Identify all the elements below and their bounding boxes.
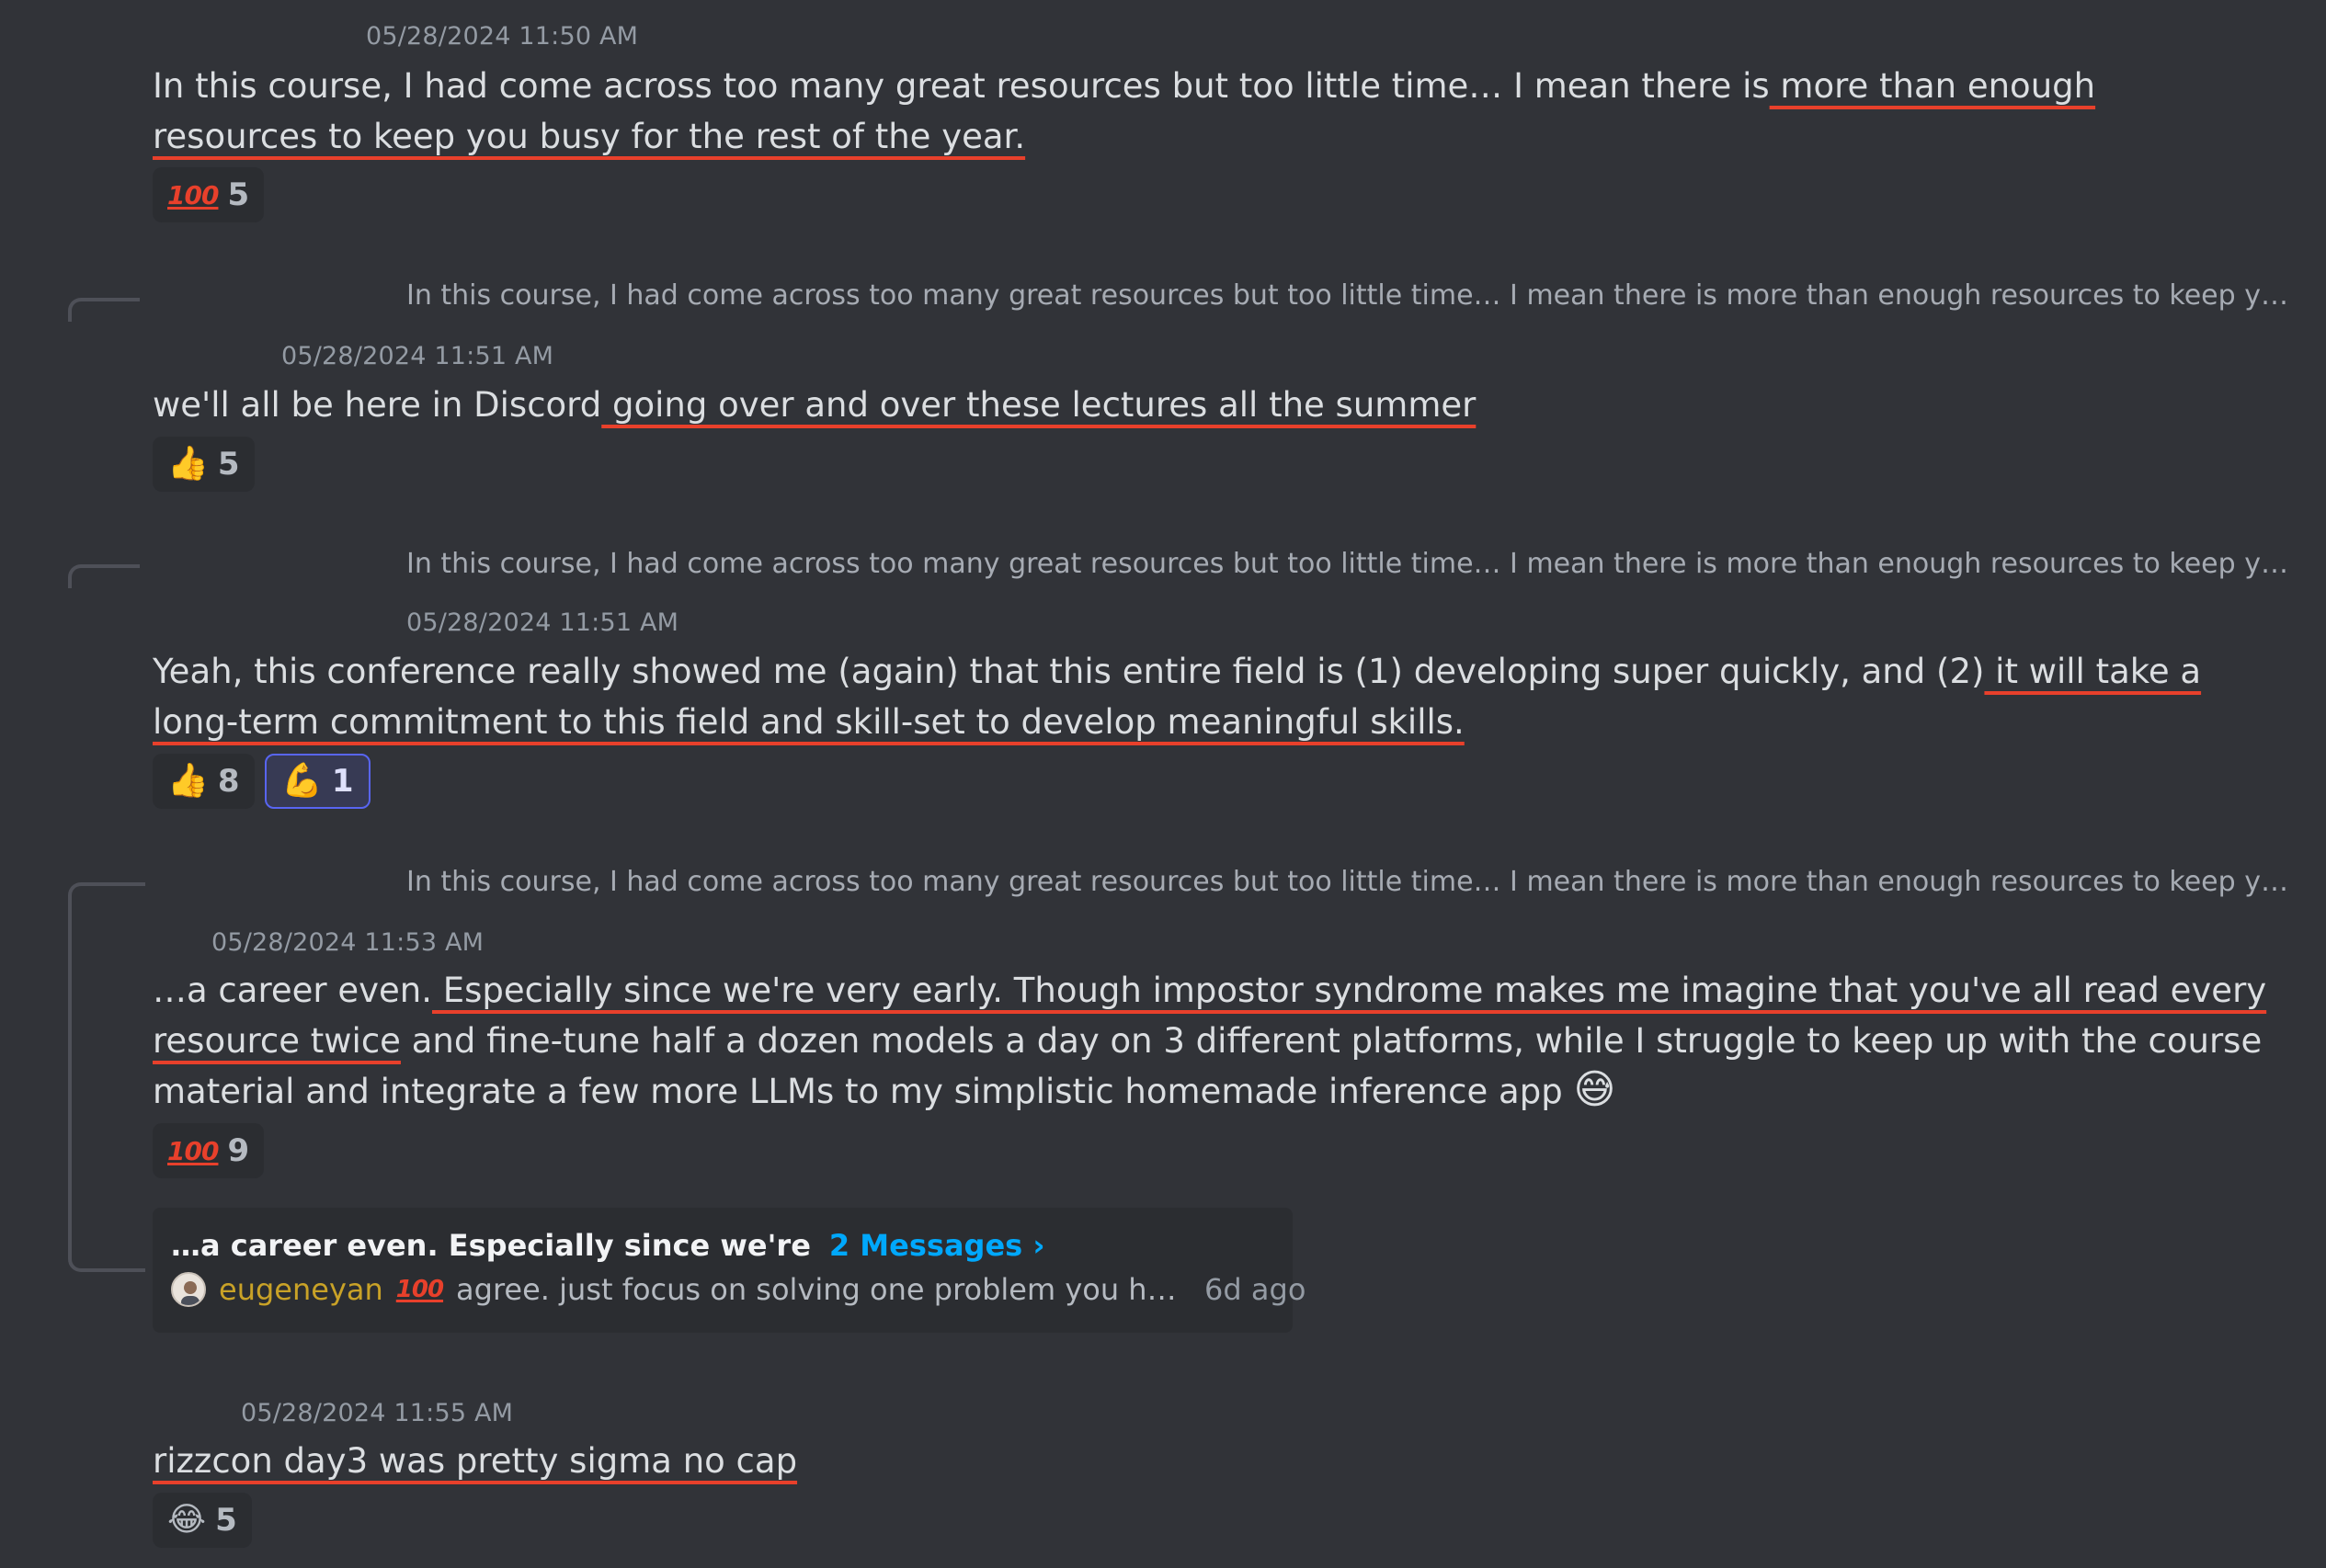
message-content: Yeah, this conference really showed me (… [153, 646, 2267, 747]
reaction-count: 9 [227, 1132, 250, 1169]
message-text: In this course, I had come across too ma… [153, 66, 1770, 106]
message-content: In this course, I had come across too ma… [153, 61, 2267, 162]
hundred-points-icon: 100 [167, 1135, 219, 1166]
flexed-biceps-icon: 💪 [281, 762, 323, 800]
sweat-smile-icon: 😅 [1573, 1066, 1616, 1113]
reply-spine [68, 298, 140, 322]
reaction-thumbs-up[interactable]: 👍 8 [153, 754, 255, 809]
message-content: rizzcon day3 was pretty sigma no cap [153, 1436, 2267, 1486]
reaction-count: 1 [331, 763, 354, 800]
thumbs-up-icon: 👍 [167, 445, 209, 483]
message-timestamp[interactable]: 05/28/2024 11:51 AM [281, 342, 553, 370]
message-content: …a career even. Especially since we're v… [153, 965, 2267, 1117]
reaction-thumbs-up[interactable]: 👍 5 [153, 437, 255, 492]
highlighted-text: going over and over these lectures all t… [601, 385, 1477, 425]
highlighted-text: rizzcon day3 was pretty sigma no cap [153, 1441, 798, 1481]
message-timestamp[interactable]: 05/28/2024 11:51 AM [406, 608, 678, 637]
thread-messages-link[interactable]: 2 Messages › [829, 1228, 1045, 1263]
thread-spine [68, 882, 145, 1272]
thread-last-message-text: agree. just focus on solving one problem… [456, 1272, 1183, 1307]
reaction-count: 8 [217, 763, 240, 800]
thread-time: 6d ago [1204, 1272, 1306, 1307]
reaction-flexed-biceps[interactable]: 💪 1 [265, 754, 371, 809]
reaction-100[interactable]: 100 5 [153, 167, 265, 222]
message-text: …a career even. [153, 971, 432, 1010]
thread-username[interactable]: eugeneyan [219, 1272, 383, 1307]
thread-title: …a career even. Especially since we're [171, 1228, 811, 1263]
thumbs-up-icon: 👍 [167, 762, 209, 800]
reaction-count: 5 [227, 176, 250, 213]
message-text: we'll all be here in Discord [153, 385, 602, 425]
message-timestamp[interactable]: 05/28/2024 11:53 AM [211, 928, 484, 957]
reply-preview[interactable]: In this course, I had come across too ma… [406, 866, 2291, 898]
reaction-100[interactable]: 100 9 [153, 1123, 265, 1178]
tears-of-joy-icon: 😂 [167, 1501, 207, 1539]
message-content: we'll all be here in Discord going over … [153, 380, 2267, 430]
message-timestamp[interactable]: 05/28/2024 11:55 AM [241, 1399, 513, 1427]
reply-preview[interactable]: In this course, I had come across too ma… [406, 548, 2291, 580]
message-text-continued: and fine-tune half a dozen models a day … [153, 1021, 2263, 1111]
reaction-count: 5 [217, 446, 240, 483]
message-timestamp[interactable]: 05/28/2024 11:50 AM [366, 22, 638, 51]
thread-card[interactable]: …a career even. Especially since we're 2… [153, 1208, 1306, 1333]
avatar[interactable] [171, 1272, 206, 1307]
hundred-points-icon: 100 [167, 179, 219, 210]
reply-preview[interactable]: In this course, I had come across too ma… [406, 279, 2291, 312]
hundred-points-icon: 100 [395, 1276, 444, 1303]
message-text: Yeah, this conference really showed me (… [153, 652, 1985, 691]
reaction-count: 5 [215, 1502, 237, 1539]
reaction-joy[interactable]: 😂 5 [153, 1493, 252, 1548]
reply-spine [68, 564, 140, 588]
thread-last-message: eugeneyan 100 agree. just focus on solvi… [171, 1272, 1306, 1307]
thread-header: …a career even. Especially since we're 2… [171, 1228, 1045, 1263]
chat-log: 05/28/2024 11:50 AM In this course, I ha… [0, 0, 2326, 1568]
